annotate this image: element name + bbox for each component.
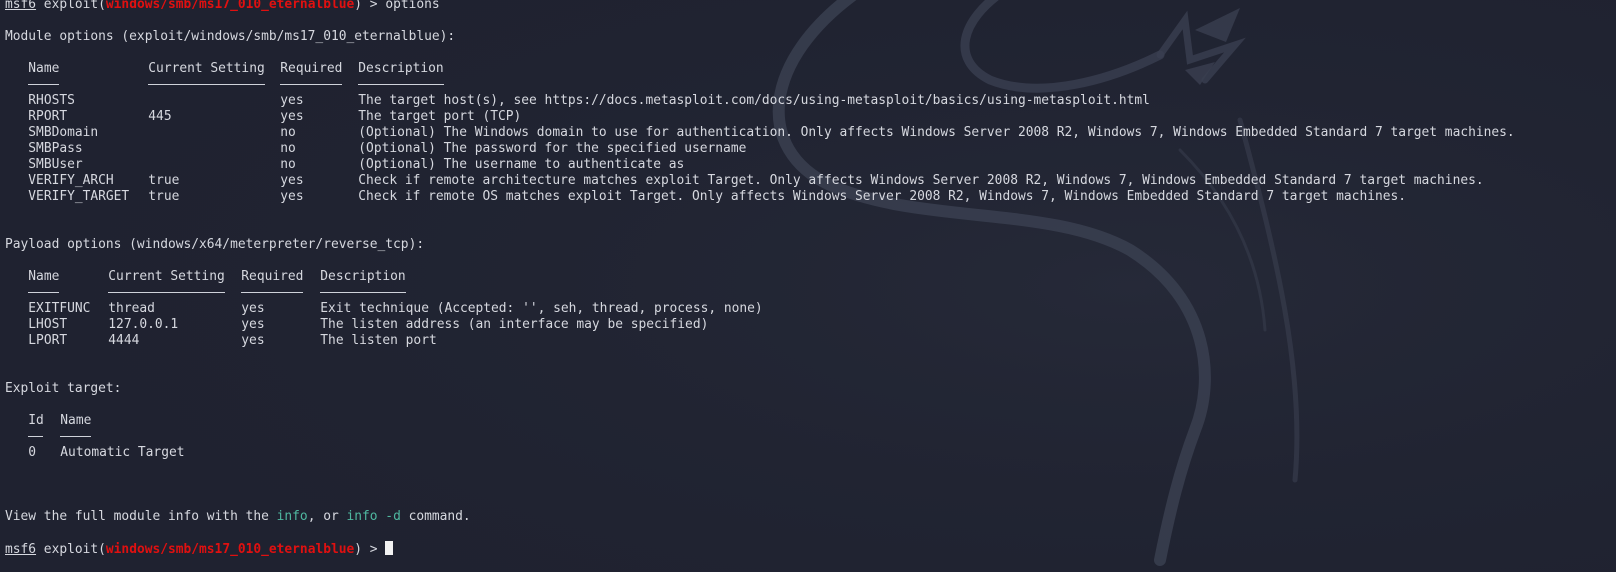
module-name: windows/smb/ms17_010_eternalblue bbox=[105, 0, 355, 12]
msf-prompt: msf6 bbox=[5, 0, 37, 12]
table-row: SMBDomain no (Optional) The Windows domain… bbox=[28, 125, 1515, 140]
header-underline bbox=[5, 429, 1611, 445]
text-cursor[interactable] bbox=[385, 541, 394, 555]
header-underline bbox=[5, 77, 1611, 93]
table-header: Name Current Setting Required Description bbox=[5, 61, 1611, 77]
prompt-close: ) > bbox=[354, 542, 386, 557]
prompt-close: ) > bbox=[354, 0, 386, 12]
table-row: SMBPass no (Optional) The password for the… bbox=[28, 141, 747, 156]
table-row: LHOST 127.0.0.1 yes The listen address (an … bbox=[28, 317, 709, 332]
entered-command: options bbox=[385, 0, 440, 12]
table-row: LPORT 4444 yes The listen port bbox=[28, 333, 437, 348]
module-info-hint: View the full module info with the info,… bbox=[5, 509, 471, 524]
info-d-command: info -d bbox=[346, 509, 401, 524]
table-row: VERIFY_ARCH true yes Check if remote archit… bbox=[28, 173, 1484, 188]
info-command: info bbox=[276, 509, 308, 524]
column-header: Required bbox=[280, 61, 343, 76]
table-row: 0 Automatic Target bbox=[28, 445, 185, 460]
table-header: Id Name bbox=[5, 413, 1611, 429]
header-underline bbox=[5, 285, 1611, 301]
column-header: Name bbox=[60, 413, 92, 428]
table-row: SMBUser no (Optional) The username to auth… bbox=[28, 157, 685, 172]
command-prompt-line: msf6 exploit(windows/smb/ms17_010_eterna… bbox=[5, 0, 1611, 13]
column-header: Id bbox=[28, 413, 44, 428]
table-row: RHOSTS yes The target host(s), see https:/… bbox=[28, 93, 1150, 108]
active-command-prompt[interactable]: msf6 exploit(windows/smb/ms17_010_eterna… bbox=[5, 541, 1611, 557]
exploit-target-table: Id Name 0 Automatic Target bbox=[5, 413, 1611, 461]
column-header: Current Setting bbox=[108, 269, 225, 284]
table-row: EXITFUNC thread yes Exit technique (Accepte… bbox=[28, 301, 763, 316]
table-header: Name Current Setting Required Description bbox=[5, 269, 1611, 285]
column-header: Current Setting bbox=[148, 61, 265, 76]
module-name: windows/smb/ms17_010_eternalblue bbox=[105, 542, 355, 557]
column-header: Name bbox=[28, 61, 60, 76]
payload-options-heading: Payload options (windows/x64/meterpreter… bbox=[5, 237, 425, 252]
table-row: VERIFY_TARGET true yes Check if remote OS m… bbox=[28, 189, 1407, 204]
column-header: Name bbox=[28, 269, 60, 284]
exploit-label: exploit( bbox=[36, 0, 106, 12]
module-options-table: Name Current Setting Required Description R… bbox=[5, 61, 1611, 205]
module-options-heading: Module options (exploit/windows/smb/ms17… bbox=[5, 29, 456, 44]
terminal-output[interactable]: msf6 exploit(windows/smb/ms17_010_eterna… bbox=[5, 0, 1611, 557]
msf-prompt: msf6 bbox=[5, 542, 37, 557]
table-row: RPORT 445 yes The target port (TCP) bbox=[28, 109, 522, 124]
exploit-label: exploit( bbox=[36, 542, 106, 557]
column-header: Description bbox=[320, 269, 406, 284]
column-header: Description bbox=[358, 61, 444, 76]
exploit-target-heading: Exploit target: bbox=[5, 381, 122, 396]
payload-options-table: Name Current Setting Required Description E… bbox=[5, 269, 1611, 349]
column-header: Required bbox=[241, 269, 304, 284]
